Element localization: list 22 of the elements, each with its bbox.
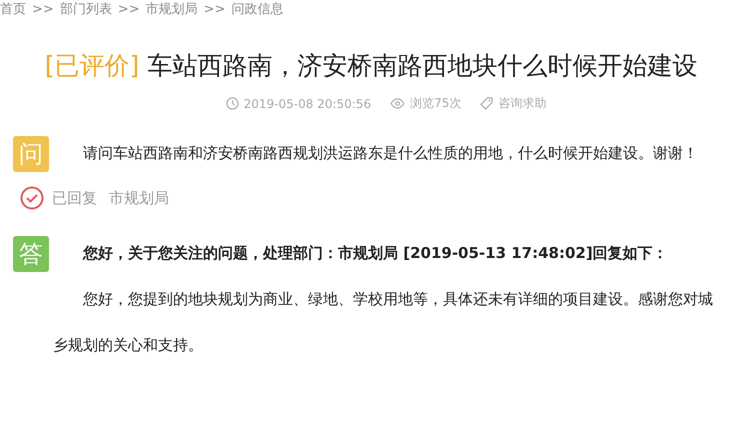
answer-badge: 答 <box>13 236 49 272</box>
breadcrumb-link[interactable]: 市规划局 <box>146 1 198 19</box>
answer-text: 您好，您提到的地块规划为商业、绿地、学校用地等，具体还未有详细的项目建设。感谢您对城乡规划的关心和支持。 <box>53 289 714 356</box>
question-title: 车站西路南，济安桥南路西地块什么时候开始建设 <box>147 51 698 80</box>
breadcrumb-link[interactable]: 首页 <box>0 1 26 19</box>
post-time: 2019-05-08 20:50:56 <box>244 96 372 110</box>
reply-status: 已回复 <box>52 188 97 208</box>
breadcrumb-link[interactable]: 问政信息 <box>231 1 284 19</box>
tag-icon <box>480 97 494 110</box>
question-text: 请问车站西路南和济安桥南路西规划洪运路东是什么性质的用地，什么时候开始建设。谢谢！ <box>82 143 699 164</box>
view-count: 浏览75次 <box>410 95 462 112</box>
category-label: 咨询求助 <box>498 95 546 112</box>
status-tag: [已评价] <box>44 51 140 80</box>
eye-icon <box>390 98 406 109</box>
breadcrumb-separator: >> <box>32 1 54 19</box>
question-badge: 问 <box>13 136 49 172</box>
breadcrumb-separator: >> <box>118 1 140 19</box>
department-name: 市规划局 <box>109 188 169 208</box>
clock-icon <box>226 97 239 110</box>
breadcrumb-link[interactable]: 部门列表 <box>60 1 112 19</box>
answer-header: 您好，关于您关注的问题，处理部门：市规划局 [2019-05-13 17:48:02]回复如下： <box>82 243 669 264</box>
breadcrumb-separator: >> <box>204 1 226 19</box>
